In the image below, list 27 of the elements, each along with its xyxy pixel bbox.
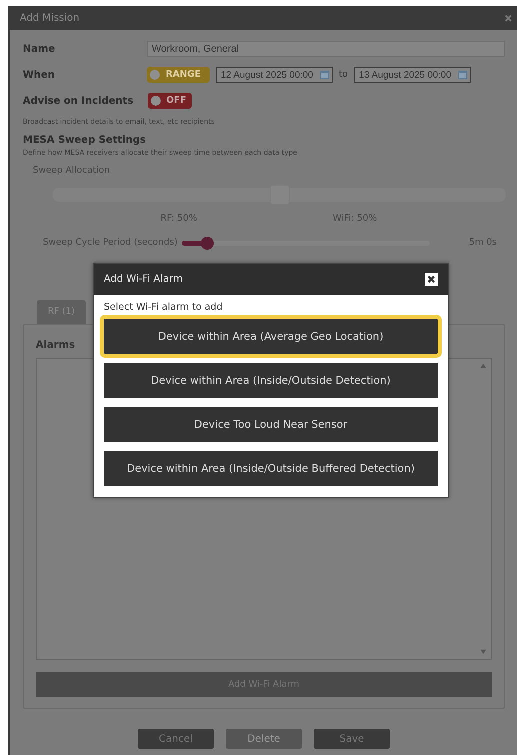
date-field[interactable]: 12 August 2025 00:00 — [216, 67, 333, 83]
section-title: MESA Sweep Settings — [23, 135, 148, 146]
modal-title: Add Wi-Fi Alarm — [104, 274, 183, 285]
date-field[interactable]: 13 August 2025 00:00 — [354, 67, 472, 83]
advise-toggle[interactable]: OFF — [148, 93, 192, 109]
field-label: Name — [23, 44, 56, 54]
alarm-option-button[interactable]: Device Too Loud Near Sensor — [104, 407, 438, 442]
close-icon[interactable] — [425, 273, 438, 286]
alarm-option-button[interactable]: Device within Area (Inside/Outside Buffered Detection) — [104, 451, 438, 486]
range-toggle[interactable]: RANGE — [147, 67, 210, 83]
slider-handle[interactable] — [200, 236, 214, 250]
field-label: Advise on Incidents — [23, 96, 134, 106]
field-label: When — [23, 70, 56, 80]
calendar-icon[interactable] — [320, 70, 330, 80]
calendar-icon[interactable] — [458, 70, 468, 80]
name-field[interactable]: Workroom, General — [147, 41, 505, 57]
panel-title: Alarms — [36, 340, 76, 351]
alarm-option-button[interactable]: Device within Area (Inside/Outside Detection) — [104, 363, 438, 398]
separator-text: to — [339, 70, 348, 80]
footer-button[interactable]: Save — [314, 729, 390, 749]
scroll-down-icon[interactable] — [480, 649, 487, 655]
slider-label: Sweep Allocation — [33, 166, 112, 176]
alarm-option-button[interactable]: Device within Area (Average Geo Location) — [104, 319, 438, 354]
scroll-up-icon[interactable] — [480, 363, 487, 369]
modal-prompt: Select Wi-Fi alarm to add — [104, 302, 224, 313]
window-title: Add Mission — [20, 12, 80, 24]
footer-button[interactable]: Cancel — [138, 729, 214, 749]
